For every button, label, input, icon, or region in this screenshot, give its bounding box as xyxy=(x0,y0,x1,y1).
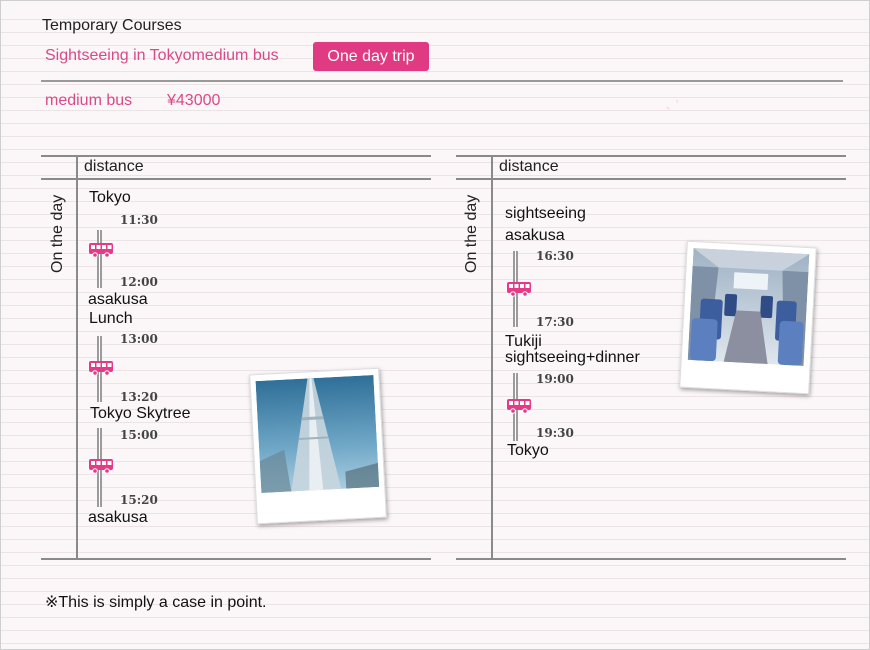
left-table-top-rule xyxy=(41,155,431,157)
left-table-divider xyxy=(76,156,78,559)
stop-label: Tokyo xyxy=(89,189,131,206)
time-label: 15:20 xyxy=(120,493,158,507)
time-label: 17:30 xyxy=(536,315,574,329)
bus-icon xyxy=(88,360,114,376)
left-column-header: distance xyxy=(84,158,144,175)
price-label: medium bus xyxy=(45,92,133,109)
price-value: ¥43000 xyxy=(167,92,221,109)
right-column-header: distance xyxy=(499,158,559,175)
route-rail xyxy=(97,230,102,288)
time-label: 13:20 xyxy=(120,390,158,404)
time-label: 15:00 xyxy=(120,428,158,442)
stop-label: Tokyo Skytree xyxy=(90,405,191,422)
page-title: Temporary Courses xyxy=(42,17,182,34)
course-name: Sightseeing in Tokyomedium bus xyxy=(45,47,279,64)
time-label: 11:30 xyxy=(120,213,158,227)
stop-label: asakusa xyxy=(88,509,148,526)
decorative-mark: 、ﾟ xyxy=(666,101,681,112)
left-table-bottom-rule xyxy=(41,558,431,560)
time-label: 16:30 xyxy=(536,249,574,263)
time-label: 12:00 xyxy=(120,275,158,289)
bus-icon xyxy=(506,281,532,297)
stop-label: Lunch xyxy=(89,310,133,327)
right-table-bottom-rule xyxy=(456,558,846,560)
time-label: 19:30 xyxy=(536,426,574,440)
footnote: ※This is simply a case in point. xyxy=(45,594,267,611)
time-label: 19:00 xyxy=(536,372,574,386)
stop-label: sightseeing xyxy=(505,205,586,222)
bus-icon xyxy=(506,398,532,414)
left-day-label: On the day xyxy=(49,194,66,273)
right-table-top-rule xyxy=(456,155,846,157)
time-label: 13:00 xyxy=(120,332,158,346)
header-divider xyxy=(41,80,843,82)
stop-label: asakusa xyxy=(505,227,565,244)
stop-label: asakusa xyxy=(88,291,148,308)
bus-icon xyxy=(88,242,114,258)
right-table-header-rule xyxy=(456,178,846,180)
right-day-label: On the day xyxy=(463,194,480,273)
right-table-divider xyxy=(491,156,493,559)
stop-label: sightseeing+dinner xyxy=(505,349,640,366)
bus-interior-photo xyxy=(679,240,817,395)
trip-type-badge: One day trip xyxy=(313,42,429,71)
left-table-header-rule xyxy=(41,178,431,180)
tokyo-skytree-photo xyxy=(249,367,387,525)
stop-label: Tokyo xyxy=(507,442,549,459)
course-card: Temporary Courses Sightseeing in Tokyome… xyxy=(0,0,870,650)
bus-icon xyxy=(88,458,114,474)
